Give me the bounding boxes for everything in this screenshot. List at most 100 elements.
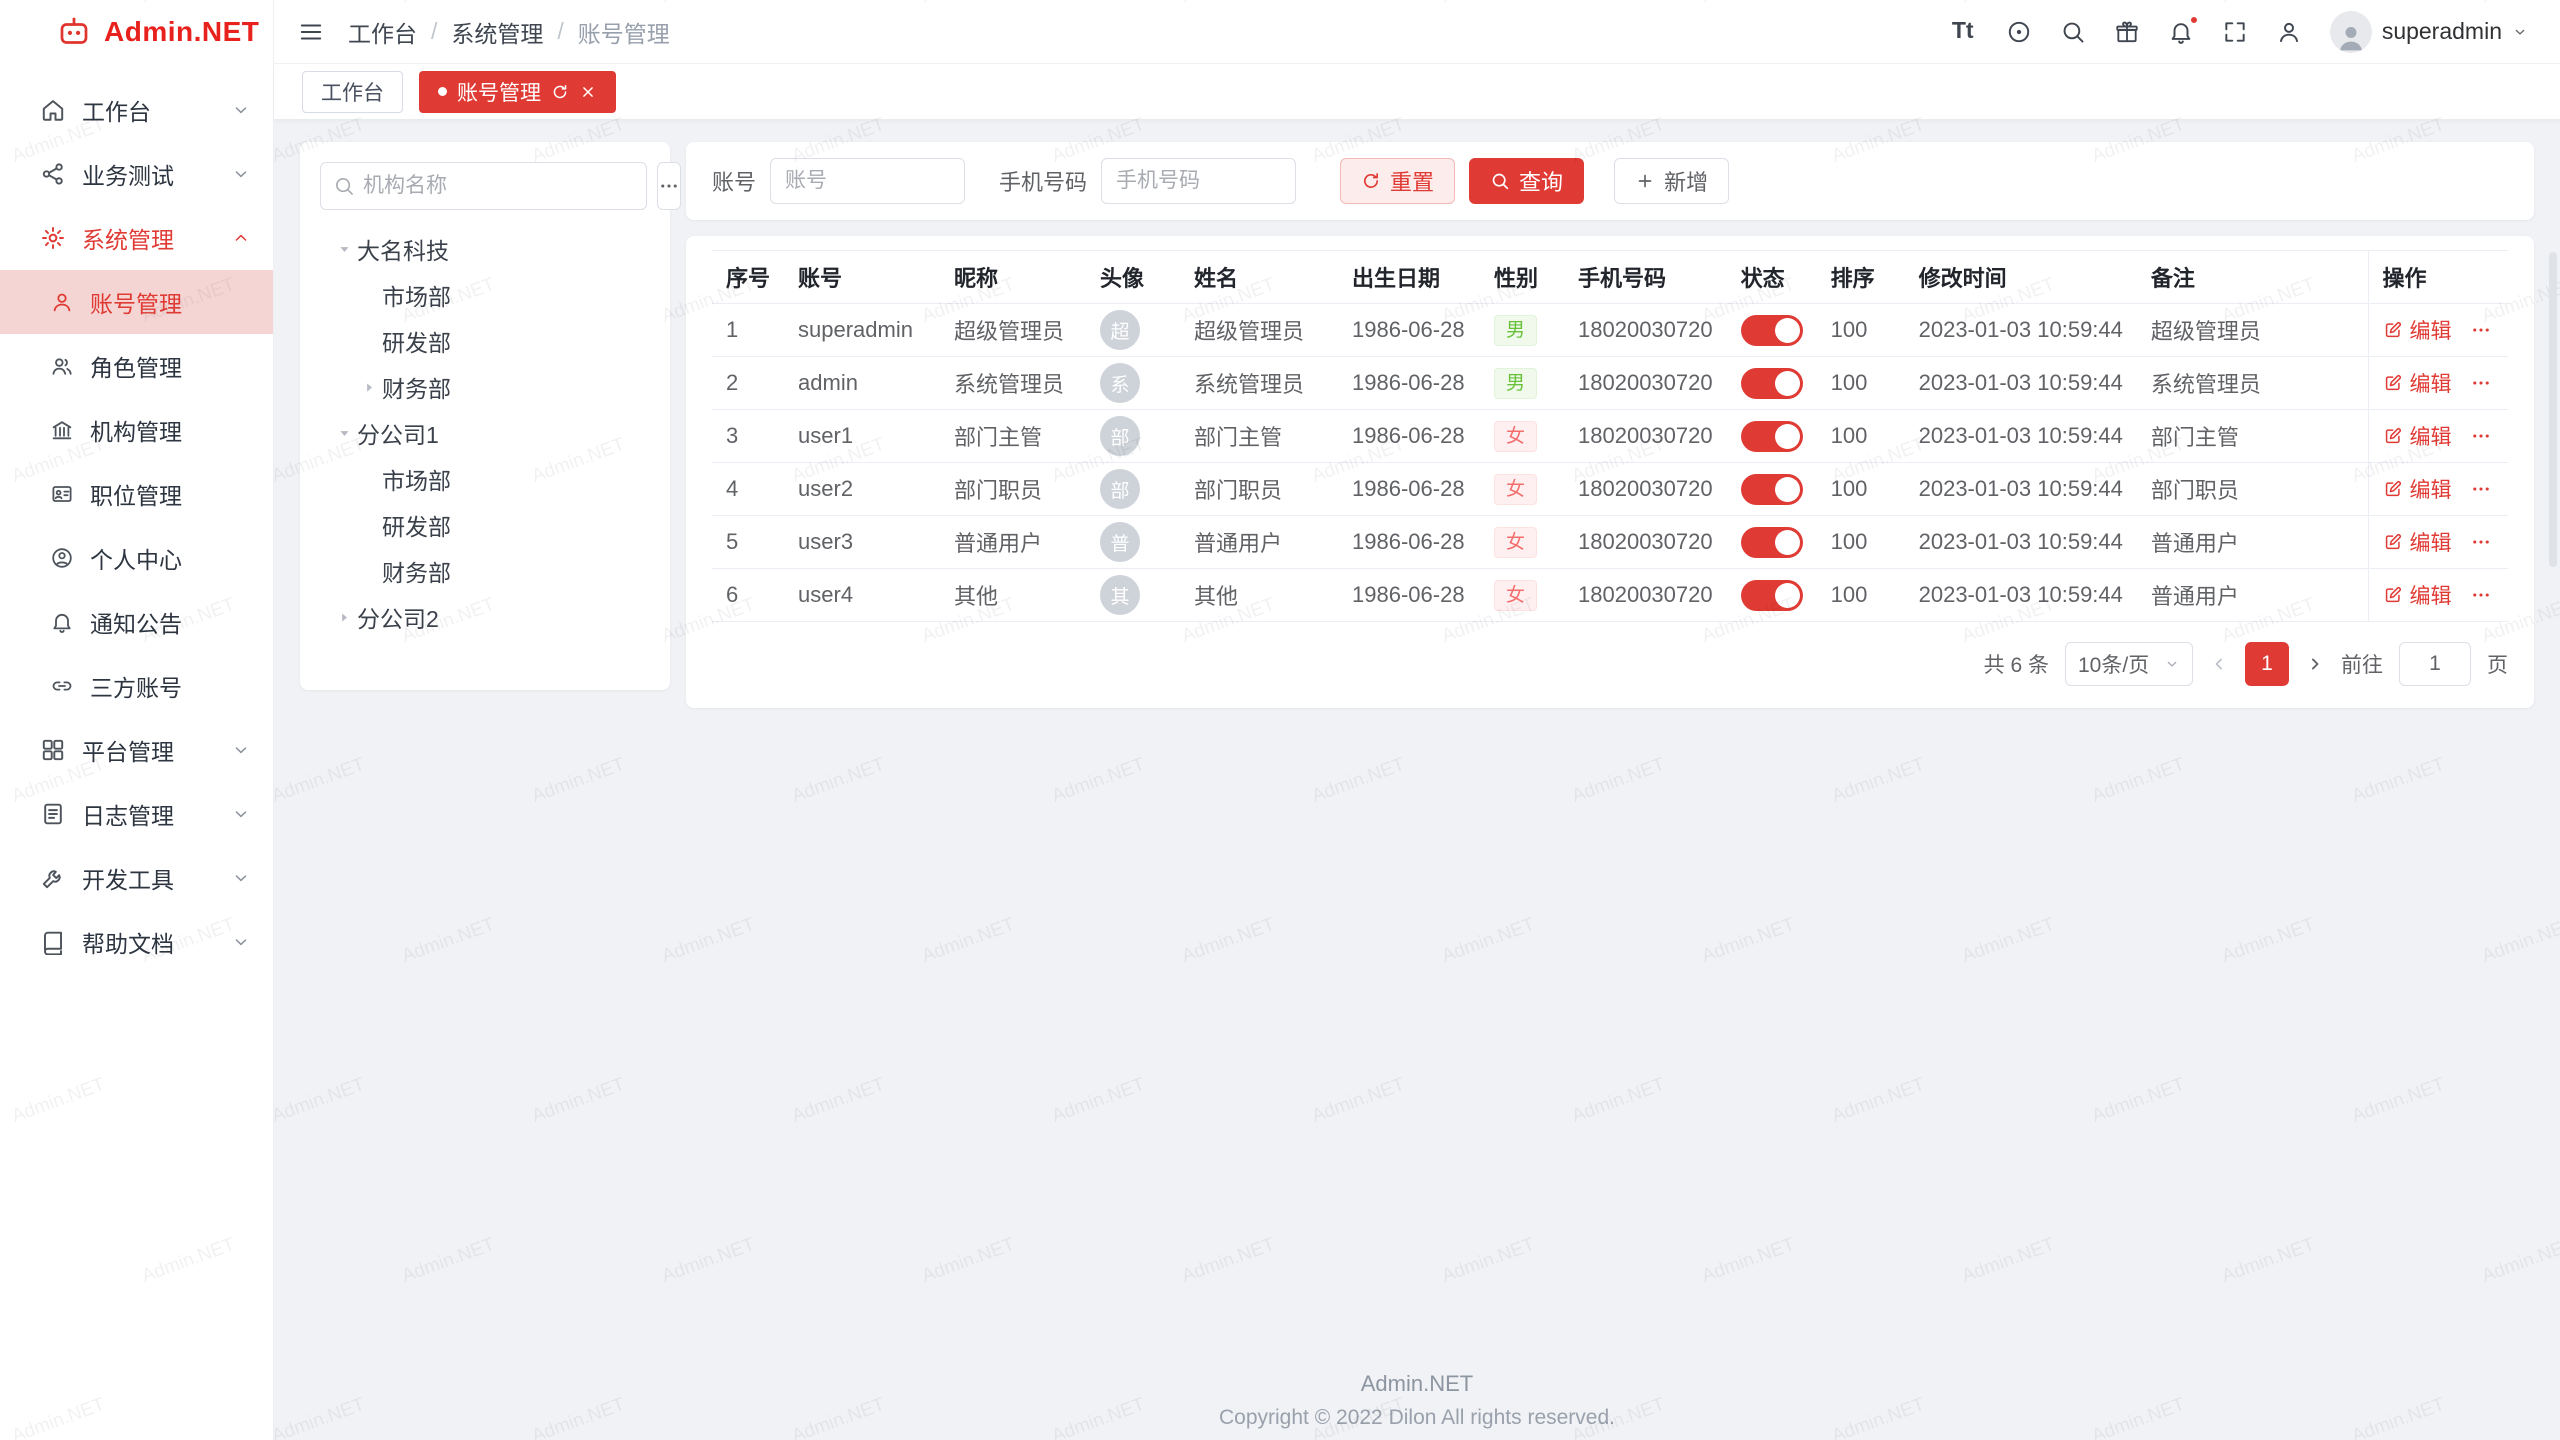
edit-button[interactable]: 编辑 [2383,580,2452,610]
sidebar-item-system-management[interactable]: 系统管理 [0,206,273,270]
sidebar-item-workbench[interactable]: 工作台 [0,78,273,142]
header-search-button[interactable] [2060,19,2086,45]
tree-more-button[interactable] [657,162,681,210]
user-menu[interactable]: superadmin [2330,11,2528,53]
reset-button[interactable]: 重置 [1340,158,1455,204]
tab-workbench[interactable]: 工作台 [302,71,403,113]
sidebar-item-position-management[interactable]: 职位管理 [0,462,273,526]
org-search-box[interactable] [320,162,647,210]
cell-order: 100 [1817,304,1905,357]
page-1-button[interactable]: 1 [2245,642,2289,686]
header: 工作台 / 系统管理 / 账号管理 Tt [274,0,2560,64]
tree-node-label: 财务部 [382,554,451,588]
row-more-button[interactable] [2470,584,2492,606]
circle-dot-button[interactable] [2006,19,2032,45]
breadcrumb-item-system[interactable]: 系统管理 [451,15,543,49]
cell-birth: 1986-06-28 [1338,304,1480,357]
sidebar-item-log-management[interactable]: 日志管理 [0,782,273,846]
sidebar-item-role-management[interactable]: 角色管理 [0,334,273,398]
phone-input[interactable] [1101,158,1296,204]
tree-node[interactable]: 研发部 [320,502,650,548]
close-icon[interactable] [579,83,597,101]
cell-birth: 1986-06-28 [1338,516,1480,569]
sidebar-item-help-docs[interactable]: 帮助文档 [0,910,273,974]
tree-node[interactable]: 研发部 [320,318,650,364]
org-tree-toolbar [320,162,650,210]
cell-phone: 18020030720 [1564,463,1727,516]
row-more-button[interactable] [2470,372,2492,394]
row-more-button[interactable] [2470,425,2492,447]
tabbar: 工作台 账号管理 [274,64,2560,120]
status-toggle[interactable] [1741,368,1803,399]
sidebar-item-notice[interactable]: 通知公告 [0,590,273,654]
tree-node[interactable]: 市场部 [320,456,650,502]
sidebar-item-personal-center[interactable]: 个人中心 [0,526,273,590]
sidebar-item-business-test[interactable]: 业务测试 [0,142,273,206]
gear-icon [40,225,66,251]
edit-button[interactable]: 编辑 [2383,315,2452,345]
cell-account: admin [784,357,940,410]
cell-op: 编辑 [2368,304,2508,357]
tab-account-management[interactable]: 账号管理 [419,71,616,113]
tree-node[interactable]: 大名科技 [320,226,650,272]
next-page-button[interactable] [2305,654,2325,674]
status-toggle[interactable] [1741,527,1803,558]
sidebar-item-third-party-account[interactable]: 三方账号 [0,654,273,718]
font-size-button[interactable]: Tt [1952,19,1978,45]
add-button[interactable]: 新增 [1614,158,1729,204]
hamburger-menu-button[interactable] [298,19,324,45]
page-size-select[interactable]: 10条/页 [2065,642,2193,686]
status-toggle[interactable] [1741,315,1803,346]
tree-node[interactable]: 财务部 [320,364,650,410]
search-icon [333,175,355,197]
row-more-button[interactable] [2470,531,2492,553]
logo[interactable]: Admin.NET [0,0,273,64]
row-more-button[interactable] [2470,319,2492,341]
tree-node[interactable]: 市场部 [320,272,650,318]
status-toggle[interactable] [1741,421,1803,452]
cell-nickname: 系统管理员 [940,357,1086,410]
tree-node-label: 分公司2 [357,600,439,634]
tree-node[interactable]: 分公司2 [320,594,650,640]
gift-button[interactable] [2114,19,2140,45]
footer: Admin.NET Copyright © 2022 Dilon All rig… [274,1371,2560,1430]
edit-button[interactable]: 编辑 [2383,421,2452,451]
search-button[interactable]: 查询 [1469,158,1584,204]
profile-button[interactable] [2276,19,2302,45]
notification-button[interactable] [2168,19,2194,45]
tree-node-label: 大名科技 [357,232,449,266]
sidebar-item-label: 帮助文档 [82,925,174,959]
cell-mtime: 2023-01-03 10:59:44 [1905,304,2137,357]
sidebar-item-org-management[interactable]: 机构管理 [0,398,273,462]
cell-seq: 2 [712,357,784,410]
tree-node[interactable]: 财务部 [320,548,650,594]
cell-mtime: 2023-01-03 10:59:44 [1905,569,2137,622]
edit-button[interactable]: 编辑 [2383,527,2452,557]
row-more-button[interactable] [2470,478,2492,500]
fullscreen-button[interactable] [2222,19,2248,45]
account-input[interactable] [770,158,965,204]
font-size-icon: Tt [1952,19,1974,45]
scrollbar-thumb[interactable] [2549,252,2557,567]
sidebar-item-dev-tools[interactable]: 开发工具 [0,846,273,910]
edit-button[interactable]: 编辑 [2383,474,2452,504]
goto-label: 前往 [2341,649,2383,679]
switch-knob [1775,371,1800,396]
refresh-icon[interactable] [551,83,569,101]
sidebar-item-account-management[interactable]: 账号管理 [0,270,273,334]
sidebar-item-platform-management[interactable]: 平台管理 [0,718,273,782]
chevron-down-icon [2512,24,2528,40]
tree-node[interactable]: 分公司1 [320,410,650,456]
breadcrumb-item-workbench[interactable]: 工作台 [348,15,417,49]
plus-icon [1635,171,1655,191]
org-search-input[interactable] [363,174,634,198]
sidebar-item-label: 账号管理 [90,285,182,319]
edit-button[interactable]: 编辑 [2383,368,2452,398]
cell-status [1727,357,1817,410]
edit-icon [2383,426,2403,446]
app-title: Admin.NET [104,16,259,48]
prev-page-button[interactable] [2209,654,2229,674]
goto-page-input[interactable] [2399,642,2471,686]
status-toggle[interactable] [1741,580,1803,611]
status-toggle[interactable] [1741,474,1803,505]
